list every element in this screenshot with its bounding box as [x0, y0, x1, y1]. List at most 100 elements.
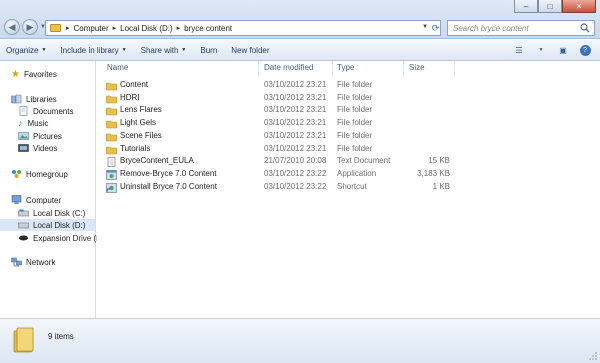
sidebar-item-local-disk-d[interactable]: Local Disk (D:) [0, 219, 95, 231]
breadcrumb-separator-icon[interactable]: ▸ [113, 24, 117, 32]
sidebar-item-computer[interactable]: Computer [11, 194, 61, 206]
file-date-modified: 03/10/2012 23:21 [264, 92, 327, 102]
back-button[interactable]: ◀ [4, 19, 20, 35]
sidebar-item-label: Computer [26, 195, 62, 205]
forward-button[interactable]: ▶ [22, 19, 38, 35]
file-row[interactable]: Light Gels 03/10/2012 23:21 File folder [104, 118, 454, 130]
file-name: BryceContent_EULA [120, 156, 194, 166]
search-placeholder: Search bryce content [453, 23, 529, 33]
sidebar-item-pictures[interactable]: Pictures [18, 130, 62, 142]
sidebar-item-network[interactable]: Network [11, 256, 55, 268]
forward-arrow-icon: ▶ [26, 21, 34, 32]
breadcrumb-computer[interactable]: Computer [74, 24, 109, 33]
file-size: 15 KB [428, 156, 450, 166]
file-row[interactable]: Tutorials 03/10/2012 23:21 File folder [104, 144, 454, 156]
music-note-icon: ♪ [18, 118, 23, 128]
sidebar-item-expansion-drive[interactable]: Expansion Drive (F:) [18, 232, 106, 244]
file-row[interactable]: Scene Files 03/10/2012 23:21 File folder [104, 131, 454, 143]
file-row[interactable]: Uninstall Bryce 7.0 Content 03/10/2012 23… [104, 182, 454, 194]
breadcrumb-separator-icon: ▸ [66, 25, 70, 32]
sidebar-item-homegroup[interactable]: Homegroup [11, 168, 68, 180]
search-input[interactable]: Search bryce content [447, 20, 595, 36]
sidebar-item-libraries[interactable]: Libraries [11, 93, 57, 105]
breadcrumb-separator-icon[interactable]: ▸ [177, 24, 181, 32]
network-icon [11, 257, 22, 267]
column-header-type[interactable]: Type [337, 63, 354, 75]
file-name: HDRI [120, 92, 140, 102]
address-dropdown-icon[interactable]: ▼ [422, 24, 428, 30]
column-header-name[interactable]: Name [107, 63, 128, 75]
maximize-button[interactable]: □ [538, 0, 562, 13]
file-size: 3,183 KB [417, 168, 450, 178]
search-icon[interactable] [580, 23, 590, 33]
application-icon [106, 170, 117, 180]
view-list-icon: ☰ [515, 45, 523, 55]
file-row[interactable]: Content 03/10/2012 23:21 File folder [104, 80, 454, 92]
new-folder-button[interactable]: New folder [231, 46, 269, 55]
file-date-modified: 21/07/2010 20:08 [264, 156, 327, 166]
file-row[interactable]: BryceContent_EULA 21/07/2010 20:08 Text Do… [104, 156, 454, 168]
sidebar-item-label: Network [26, 257, 56, 267]
text-document-icon [107, 157, 116, 168]
file-date-modified: 03/10/2012 23:22 [264, 168, 327, 178]
minimize-button[interactable]: – [514, 0, 538, 13]
file-type: File folder [337, 92, 373, 102]
sidebar-item-label: Local Disk (D:) [33, 220, 86, 230]
sidebar-item-favorites[interactable]: ★ Favorites [11, 68, 57, 80]
sidebar-item-videos[interactable]: Videos [18, 142, 57, 154]
include-in-library-menu[interactable]: Include in library ▼ [60, 46, 126, 55]
sidebar-item-music[interactable]: ♪ Music [18, 117, 48, 129]
share-with-menu[interactable]: Share with ▼ [141, 46, 187, 55]
sidebar-item-documents[interactable]: Documents [18, 105, 73, 117]
organize-menu[interactable]: Organize ▼ [6, 46, 46, 55]
file-date-modified: 03/10/2012 23:22 [264, 181, 327, 191]
column-divider[interactable] [258, 61, 259, 77]
column-divider[interactable] [454, 61, 455, 77]
preview-pane-button[interactable]: ▣ [556, 44, 570, 56]
change-view-button[interactable]: ☰ [512, 44, 526, 56]
drive-icon [18, 222, 29, 229]
share-with-label: Share with [140, 45, 179, 55]
chevron-down-icon: ▼ [181, 47, 187, 53]
view-options-dropdown[interactable]: ▼ [534, 44, 548, 56]
sidebar-item-label: Pictures [33, 131, 62, 141]
file-row[interactable]: Remove-Bryce 7.0 Content 03/10/2012 23:22… [104, 169, 454, 181]
refresh-button[interactable]: ⟳ [429, 20, 442, 36]
breadcrumb-bryce-content[interactable]: bryce content [184, 24, 232, 33]
file-row[interactable]: HDRI 03/10/2012 23:21 File folder [104, 93, 454, 105]
sidebar-item-local-disk-c[interactable]: Local Disk (C:) [18, 207, 85, 219]
folder-icon [13, 327, 34, 353]
resize-grip-icon[interactable] [589, 352, 597, 360]
refresh-icon: ⟳ [431, 22, 440, 33]
column-divider[interactable] [332, 61, 333, 77]
burn-button[interactable]: Burn [200, 46, 217, 55]
new-folder-label: New folder [231, 45, 270, 55]
file-name: Remove-Bryce 7.0 Content [120, 168, 217, 178]
file-name: Content [120, 80, 149, 89]
file-type: Shortcut [337, 181, 367, 191]
close-button[interactable]: ✕ [562, 0, 596, 13]
pictures-icon [18, 132, 29, 140]
file-date-modified: 03/10/2012 23:21 [264, 105, 327, 115]
column-header-date-modified[interactable]: Date modified [264, 63, 313, 75]
file-type: Application [337, 168, 377, 178]
help-button[interactable]: ? [578, 44, 592, 56]
help-icon: ? [579, 44, 591, 56]
file-name: Uninstall Bryce 7.0 Content [120, 181, 217, 191]
documents-icon [19, 106, 28, 116]
file-type: File folder [337, 130, 373, 140]
back-arrow-icon: ◀ [8, 21, 16, 32]
drive-icon [18, 209, 29, 217]
breadcrumb-local-disk-d[interactable]: Local Disk (D:) [120, 24, 172, 33]
file-type: File folder [337, 118, 373, 128]
column-divider[interactable] [403, 61, 404, 77]
sidebar-item-label: Favorites [23, 69, 57, 79]
column-header-size[interactable]: Size [409, 63, 425, 75]
window-controls: – □ ✕ [514, 0, 596, 14]
address-bar[interactable]: ▸ Computer ▸ Local Disk (D:) ▸ bryce con… [45, 20, 441, 36]
file-row[interactable]: Lens Flares 03/10/2012 23:21 File folder [104, 105, 454, 117]
file-date-modified: 03/10/2012 23:21 [264, 143, 327, 153]
file-type: Text Document [337, 156, 391, 166]
chevron-down-icon: ▼ [41, 47, 47, 53]
file-name: Light Gels [120, 118, 157, 128]
